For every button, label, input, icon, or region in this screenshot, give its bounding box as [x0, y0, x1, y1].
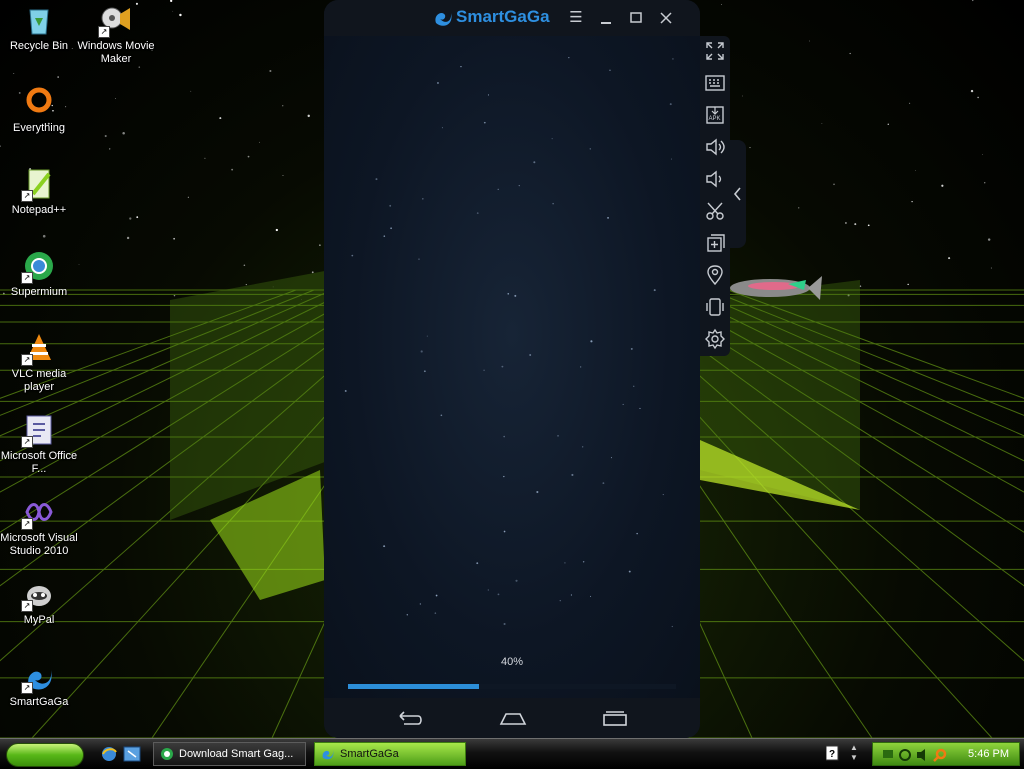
- system-tray: 5:46 PM: [872, 742, 1020, 766]
- smartgaga-logo-icon: [435, 12, 452, 26]
- desktop-icon-label: Supermium: [10, 286, 68, 298]
- desktop-icon-label: Recycle Bin: [9, 40, 69, 52]
- recent-apps-icon: [603, 711, 627, 726]
- office-document-icon: ↗: [21, 414, 55, 448]
- home-button[interactable]: [498, 708, 528, 728]
- internet-explorer-icon[interactable]: [102, 747, 117, 761]
- recent-apps-button[interactable]: [600, 708, 630, 728]
- shake-button[interactable]: [704, 296, 726, 318]
- desktop-icon-label: SmartGaGa: [9, 696, 69, 708]
- vlc-icon: ↗: [21, 332, 55, 366]
- desktop-icon-vlc[interactable]: ↗ VLC media player: [0, 332, 78, 394]
- desktop-icon-label: VLC media player: [11, 368, 67, 393]
- desktop-icon-label: Microsoft Office F...: [0, 450, 78, 475]
- visual-studio-icon: ↗: [21, 496, 55, 530]
- smartgaga-window[interactable]: SmartGaGa ☰ 40%: [324, 0, 700, 738]
- shake-icon: [706, 298, 724, 316]
- svg-text:?: ?: [829, 749, 835, 760]
- minimize-icon: [601, 22, 611, 24]
- loading-progress-bar: [348, 684, 676, 689]
- smartgaga-icon: [322, 750, 334, 760]
- settings-icon: [705, 328, 725, 350]
- menu-icon: ☰: [569, 9, 583, 26]
- back-button[interactable]: [396, 708, 426, 728]
- notepad-plus-plus-icon: ↗: [21, 168, 55, 202]
- chevron-left-icon: [733, 187, 741, 201]
- desktop-icon-label: MyPal: [23, 614, 55, 626]
- fullscreen-button[interactable]: [704, 40, 726, 62]
- desktop-icon-label: Microsoft Visual Studio 2010: [0, 532, 78, 557]
- browser-tab-icon: [161, 748, 173, 760]
- close-icon: [660, 12, 672, 24]
- settings-button[interactable]: [704, 328, 726, 350]
- install-apk-icon: APK: [706, 106, 724, 124]
- desktop-icon-smartgaga[interactable]: ↗ SmartGaGa: [0, 660, 78, 709]
- desktop-icon-mypal[interactable]: ↗ MyPal: [0, 578, 78, 627]
- desktop-icon-label: Notepad++: [11, 204, 67, 216]
- loading-progress-fill: [348, 684, 480, 689]
- back-icon: [399, 711, 422, 725]
- help-icon[interactable]: ?: [825, 745, 840, 766]
- multi-instance-icon: [707, 234, 725, 252]
- android-nav-bar: [324, 698, 700, 738]
- volume-down-icon: [706, 170, 722, 188]
- taskbar: Download Smart Gag... SmartGaGa ? ▲ ▼ 5:4…: [0, 738, 1024, 769]
- network-icon[interactable]: [883, 750, 893, 758]
- maximize-icon: [630, 12, 642, 23]
- toolbar-collapse-tab[interactable]: [730, 140, 746, 248]
- minimize-button[interactable]: [596, 8, 616, 28]
- install-apk-button[interactable]: APK: [704, 104, 726, 126]
- desktop-icon-supermium[interactable]: ↗ Supermium: [0, 250, 78, 299]
- desktop-icon-recycle-bin[interactable]: Recycle Bin: [0, 4, 78, 53]
- maximize-button[interactable]: [626, 8, 646, 28]
- menu-button[interactable]: ☰: [566, 8, 586, 28]
- mypal-browser-icon: ↗: [21, 578, 55, 612]
- home-icon: [499, 713, 527, 725]
- screenshot-scissors-icon: [706, 202, 724, 220]
- desktop-icon-windows-movie-maker[interactable]: ↗ Windows Movie Maker: [77, 4, 155, 66]
- taskbar-button-label: SmartGaGa: [340, 748, 399, 760]
- fullscreen-icon: [706, 42, 724, 60]
- app-logo: SmartGaGa: [432, 7, 550, 27]
- desktop-icon-notepad-plus-plus[interactable]: ↗ Notepad++: [0, 168, 78, 217]
- svg-text:APK: APK: [709, 116, 721, 122]
- supermium-browser-icon: ↗: [21, 250, 55, 284]
- desktop-icon-label: Everything: [13, 122, 65, 134]
- keyboard-icon: [705, 75, 725, 91]
- clock[interactable]: 5:46 PM: [968, 748, 1009, 760]
- everything-search-icon: [23, 86, 55, 118]
- taskbar-button-smartgaga[interactable]: SmartGaGa: [314, 742, 466, 766]
- taskbar-button-browser[interactable]: Download Smart Gag...: [153, 742, 306, 766]
- volume-icon[interactable]: [917, 749, 925, 761]
- desktop-icon-microsoft-office[interactable]: ↗ Microsoft Office F...: [0, 414, 78, 476]
- taskbar-button-label: Download Smart Gag...: [179, 748, 294, 760]
- volume-down-button[interactable]: [704, 168, 726, 190]
- recycle-bin-icon: [23, 4, 55, 36]
- location-icon: [707, 265, 723, 286]
- search-icon[interactable]: [933, 748, 947, 762]
- screenshot-button[interactable]: [704, 200, 726, 222]
- volume-up-button[interactable]: [704, 136, 726, 158]
- close-button[interactable]: [656, 8, 676, 28]
- sync-icon[interactable]: [899, 749, 911, 761]
- window-title: SmartGaGa: [456, 7, 550, 26]
- desktop-icon-label: Windows Movie Maker: [77, 40, 155, 65]
- location-button[interactable]: [704, 264, 726, 286]
- loading-percentage: 40%: [500, 656, 524, 668]
- movie-maker-icon: ↗: [98, 4, 132, 38]
- start-button[interactable]: [6, 743, 84, 767]
- window-titlebar[interactable]: SmartGaGa ☰: [324, 0, 700, 36]
- desktop-icon-everything[interactable]: Everything: [0, 86, 78, 135]
- loading-starfield: [344, 57, 674, 628]
- smartgaga-icon: ↗: [21, 660, 55, 694]
- emulator-screen[interactable]: 40%: [324, 36, 700, 698]
- language-toggle-icon[interactable]: ▲ ▼: [850, 743, 858, 763]
- volume-up-icon: [706, 138, 725, 156]
- quick-launch: [100, 745, 144, 768]
- desktop-icon-visual-studio[interactable]: ↗ Microsoft Visual Studio 2010: [0, 496, 78, 558]
- multi-instance-button[interactable]: [704, 232, 726, 254]
- show-desktop-icon[interactable]: [123, 746, 141, 762]
- emulator-side-toolbar: APK: [700, 36, 730, 356]
- keyboard-button[interactable]: [704, 72, 726, 94]
